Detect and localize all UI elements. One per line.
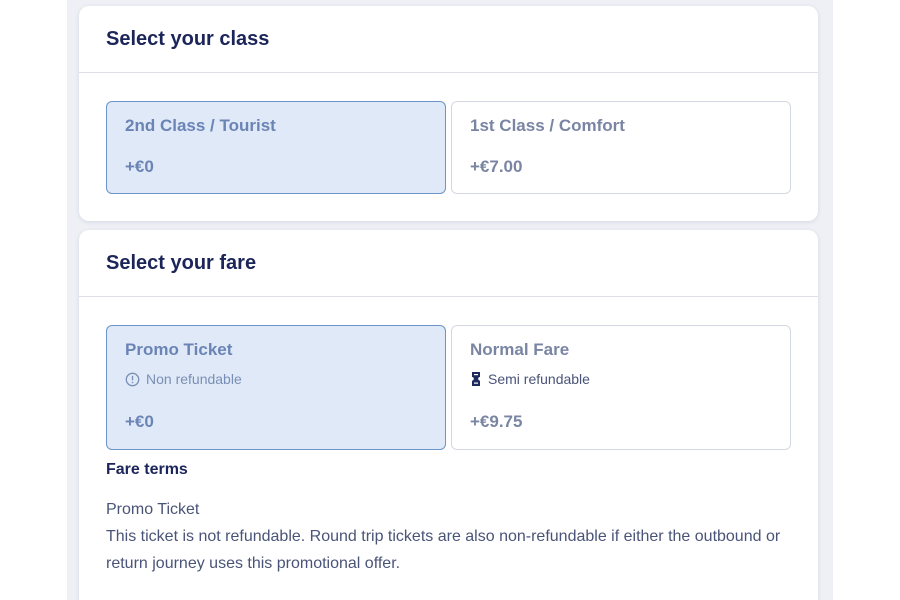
fare-selection-card: Select your fare Promo Ticket Non refund… xyxy=(79,230,818,600)
fare-option-note-text: Non refundable xyxy=(146,371,242,387)
class-selection-card: Select your class 2nd Class / Tourist +€… xyxy=(79,6,818,221)
class-option-2nd-tourist[interactable]: 2nd Class / Tourist +€0 xyxy=(106,101,446,194)
ticket-icon xyxy=(470,371,482,387)
class-option-name: 2nd Class / Tourist xyxy=(125,116,276,135)
class-option-name: 1st Class / Comfort xyxy=(470,116,625,135)
class-card-header: Select your class xyxy=(79,6,818,73)
fare-option-price: +€9.75 xyxy=(470,412,523,431)
fare-terms-title: Fare terms xyxy=(106,461,188,478)
class-option-price: +€7.00 xyxy=(470,157,523,176)
class-option-price: +€0 xyxy=(125,157,154,176)
fare-terms-fare-name: Promo Ticket xyxy=(106,501,200,518)
fare-terms: Fare terms Promo Ticket This ticket is n… xyxy=(106,461,796,577)
fare-card-header: Select your fare xyxy=(79,230,818,297)
class-option-1st-comfort[interactable]: 1st Class / Comfort +€7.00 xyxy=(451,101,791,194)
fare-section-title: Select your fare xyxy=(106,251,257,274)
class-section-title: Select your class xyxy=(106,27,270,50)
fare-option-note-text: Semi refundable xyxy=(488,371,590,387)
fare-option-name: Promo Ticket xyxy=(125,340,233,359)
fare-terms-text: This ticket is not refundable. Round tri… xyxy=(106,528,781,572)
fare-option-normal-fare[interactable]: Normal Fare Semi refundable +€9.75 xyxy=(451,325,791,450)
fare-option-note: Semi refundable xyxy=(470,371,590,387)
fare-option-promo-ticket[interactable]: Promo Ticket Non refundable +€0 xyxy=(106,325,446,450)
fare-option-note: Non refundable xyxy=(125,371,242,387)
fare-option-name: Normal Fare xyxy=(470,340,570,359)
info-circle-icon xyxy=(125,372,140,387)
fare-option-price: +€0 xyxy=(125,412,154,431)
